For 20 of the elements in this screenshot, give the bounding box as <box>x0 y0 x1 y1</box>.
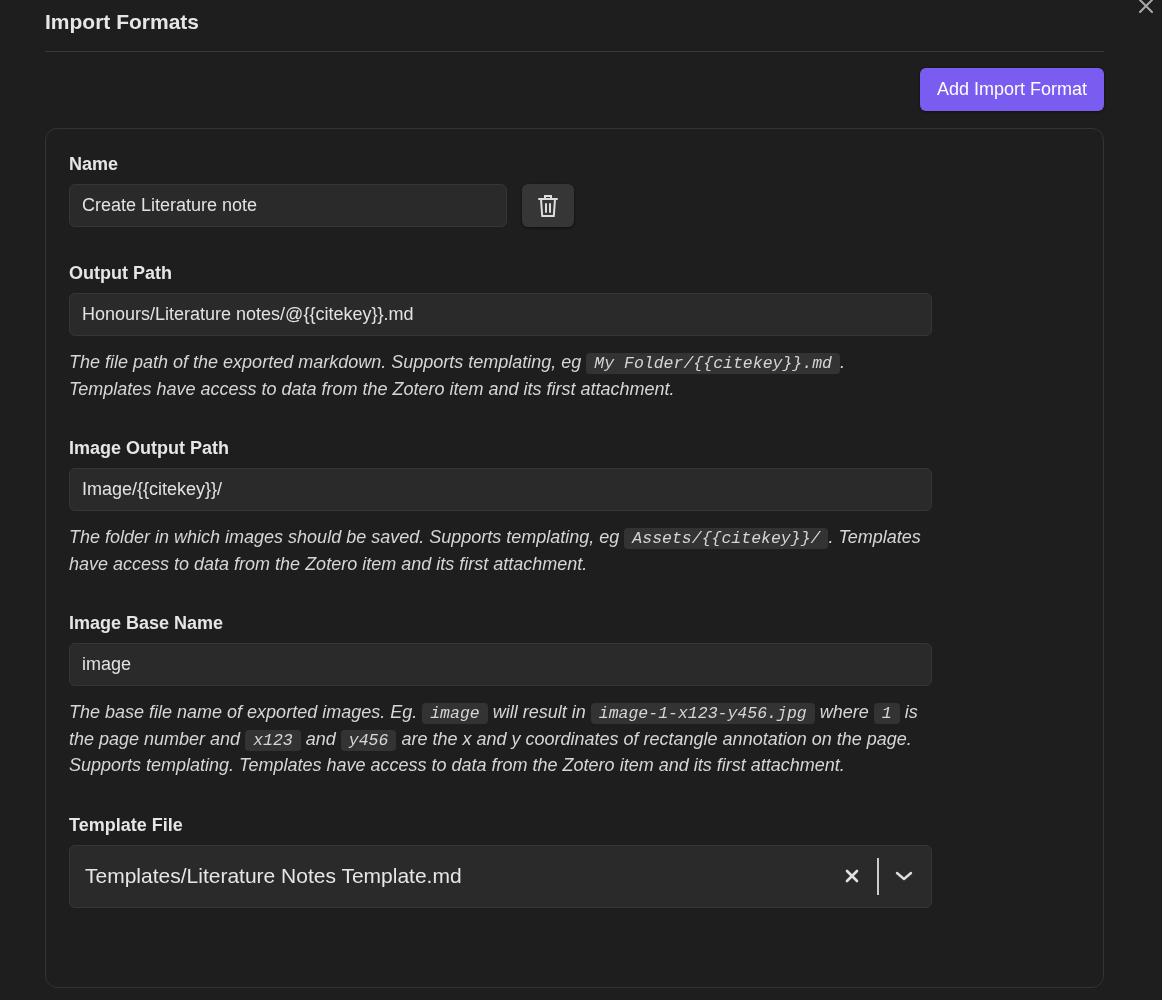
delete-button[interactable] <box>522 184 574 227</box>
text-input[interactable]: image <box>69 643 932 686</box>
field-label: Image Output Path <box>69 438 229 459</box>
text-input[interactable]: Image/{{citekey}}/ <box>69 468 932 511</box>
field-label: Image Base Name <box>69 613 224 634</box>
text-input[interactable]: Honours/Literature notes/@{{citekey}}.md <box>69 293 932 336</box>
field-description: The folder in which images should be saved. Supports templating, eg Assets/{{citekey}}/ . Templates have access to data from the Zotero item and its first attachment. <box>69 526 922 576</box>
field-label: Name <box>69 154 119 175</box>
field-description: The file path of the exported markdown. Supports templating, eg My Folder/{{citekey}}.md . Templates have access to data from the Zotero item and its first attachment. <box>69 351 846 401</box>
chevron-down-icon[interactable] <box>895 871 913 881</box>
field-label: Output Path <box>69 263 172 284</box>
close-icon[interactable] <box>1138 0 1154 14</box>
trash-icon <box>537 193 559 218</box>
field-label: Template File <box>69 814 183 836</box>
section-title: Import Formats <box>45 10 199 34</box>
name-input[interactable]: Create Literature note <box>69 184 507 227</box>
clear-icon[interactable] <box>845 869 859 883</box>
add-import-format-button[interactable]: Add Import Format <box>919 68 1104 111</box>
field-description: The base file name of exported images. Eg. image will result in image-1-x123-y456.jpg where 1 is the page number and x123 and y456 are the x and y coordinates of rectangle annotation on the page. Supports templating. Templates have access to data from the Zotero item and its first attachment. <box>69 701 919 777</box>
template-select[interactable]: Templates/Literature Notes Template.md <box>69 844 932 908</box>
